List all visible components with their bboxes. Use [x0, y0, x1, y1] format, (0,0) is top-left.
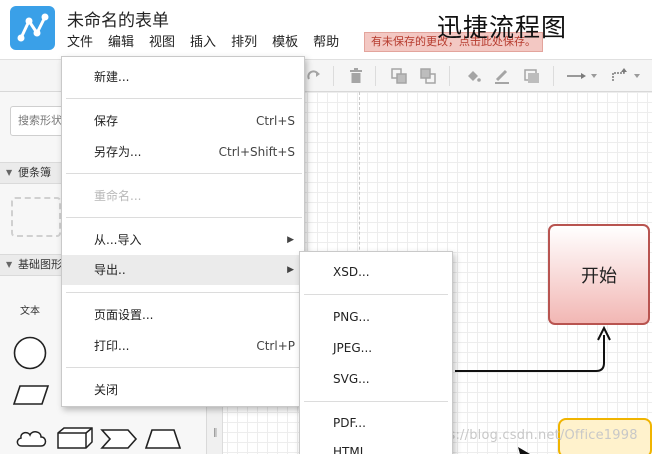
menu-template[interactable]: 模板	[272, 34, 298, 52]
menu-arrange[interactable]: 排列	[231, 34, 257, 52]
line-color-icon[interactable]	[491, 65, 513, 87]
menu-file[interactable]: 文件	[67, 34, 93, 52]
collapse-triangle-icon: ▼	[6, 168, 13, 177]
submenu-arrow-icon: ▶	[287, 235, 294, 245]
to-back-icon[interactable]	[417, 65, 439, 87]
menu-item-shortcut: Ctrl+S	[255, 114, 295, 128]
cube-shape[interactable]	[56, 426, 94, 450]
menu-bar: 文件 编辑 视图 插入 排列 模板 帮助	[67, 34, 354, 52]
menu-item-label: 打印...	[94, 339, 130, 353]
document-title[interactable]: 未命名的表单	[67, 6, 169, 31]
fill-color-icon[interactable]	[462, 65, 484, 87]
app-header: 未命名的表单 文件 编辑 视图 插入 排列 模板 帮助 有未保存的更改，点击此处…	[0, 0, 652, 59]
export-item-xsd[interactable]: XSD...	[300, 257, 452, 287]
export-item-html[interactable]: HTML...	[300, 437, 452, 454]
export-item-label: JPEG...	[333, 341, 373, 355]
waypoint-icon[interactable]	[610, 65, 644, 87]
start-node-label: 开始	[581, 265, 617, 287]
menu-insert[interactable]: 插入	[190, 34, 216, 52]
menu-item-export[interactable]: 导出.. ▶	[62, 255, 304, 285]
menu-item-page-setup[interactable]: 页面设置...	[62, 300, 304, 330]
section-title: 基础图形	[18, 258, 62, 271]
menu-item-label: 重命名...	[94, 189, 142, 203]
file-menu: 新建... 保存 Ctrl+S 另存为... Ctrl+Shift+S 重命名.…	[61, 56, 305, 407]
delete-icon[interactable]	[345, 65, 367, 87]
menu-item-save-as[interactable]: 另存为... Ctrl+Shift+S	[62, 137, 304, 167]
export-submenu: XSD... PNG... JPEG... SVG... PDF... HTML…	[299, 251, 453, 454]
section-title: 便条簿	[18, 166, 51, 179]
export-item-label: HTML...	[333, 445, 378, 454]
redo-icon[interactable]	[303, 65, 325, 87]
export-item-png[interactable]: PNG...	[300, 302, 452, 332]
scratchpad-drop-area[interactable]	[11, 197, 61, 237]
brand-title: 迅捷流程图	[437, 13, 568, 42]
menu-item-label: 保存	[94, 114, 119, 128]
menu-separator	[66, 173, 302, 174]
menu-separator	[66, 98, 302, 99]
export-item-jpeg[interactable]: JPEG...	[300, 333, 452, 363]
menu-separator	[66, 217, 302, 218]
ellipse-shape[interactable]	[12, 336, 48, 370]
shadow-icon[interactable]	[521, 65, 543, 87]
collapse-triangle-icon: ▼	[6, 260, 13, 269]
menu-help[interactable]: 帮助	[313, 34, 339, 52]
menu-item-label: 关闭	[94, 383, 119, 397]
menu-item-label: 导出..	[94, 263, 126, 277]
sidebar-resize-grip-icon[interactable]: ‖	[213, 428, 218, 438]
step-shape[interactable]	[100, 428, 138, 450]
export-item-pdf[interactable]: PDF...	[300, 408, 452, 438]
menu-separator	[304, 401, 448, 402]
export-item-label: XSD...	[333, 265, 370, 279]
export-item-svg[interactable]: SVG...	[300, 364, 452, 394]
menu-item-shortcut: Ctrl+P	[256, 339, 295, 353]
export-item-label: PNG...	[333, 310, 370, 324]
toolbar-divider	[553, 66, 554, 86]
text-shape[interactable]: 文本	[20, 302, 40, 317]
toolbar-divider	[333, 66, 334, 86]
toolbar-divider	[375, 66, 376, 86]
connection-arrow-icon[interactable]	[565, 65, 599, 87]
cloud-shape[interactable]	[14, 428, 48, 450]
menu-view[interactable]: 视图	[149, 34, 175, 52]
menu-item-close[interactable]: 关闭	[62, 375, 304, 405]
menu-item-print[interactable]: 打印... Ctrl+P	[62, 331, 304, 361]
menu-item-shortcut: Ctrl+Shift+S	[218, 145, 295, 159]
submenu-arrow-icon: ▶	[287, 265, 294, 275]
menu-separator	[66, 367, 302, 368]
trapezoid-shape[interactable]	[144, 428, 182, 450]
menu-item-label: 页面设置...	[94, 308, 154, 322]
export-item-label: PDF...	[333, 416, 366, 430]
parallelogram-shape[interactable]	[12, 384, 50, 406]
menu-item-save[interactable]: 保存 Ctrl+S	[62, 106, 304, 136]
menu-item-import[interactable]: 从...导入 ▶	[62, 225, 304, 255]
start-node[interactable]: 开始	[548, 224, 650, 325]
menu-item-new[interactable]: 新建...	[62, 62, 304, 92]
menu-item-label: 新建...	[94, 70, 130, 84]
export-item-label: SVG...	[333, 372, 370, 386]
menu-item-label: 另存为...	[94, 145, 142, 159]
menu-item-label: 从...导入	[94, 233, 142, 247]
menu-edit[interactable]: 编辑	[108, 34, 134, 52]
toolbar-divider	[449, 66, 450, 86]
watermark: https://blog.csdn.net/Office1998	[421, 428, 638, 443]
menu-separator	[66, 292, 302, 293]
to-front-icon[interactable]	[388, 65, 410, 87]
menu-separator	[304, 294, 448, 295]
menu-item-rename: 重命名...	[62, 181, 304, 211]
flow-logo-icon[interactable]	[10, 6, 55, 50]
